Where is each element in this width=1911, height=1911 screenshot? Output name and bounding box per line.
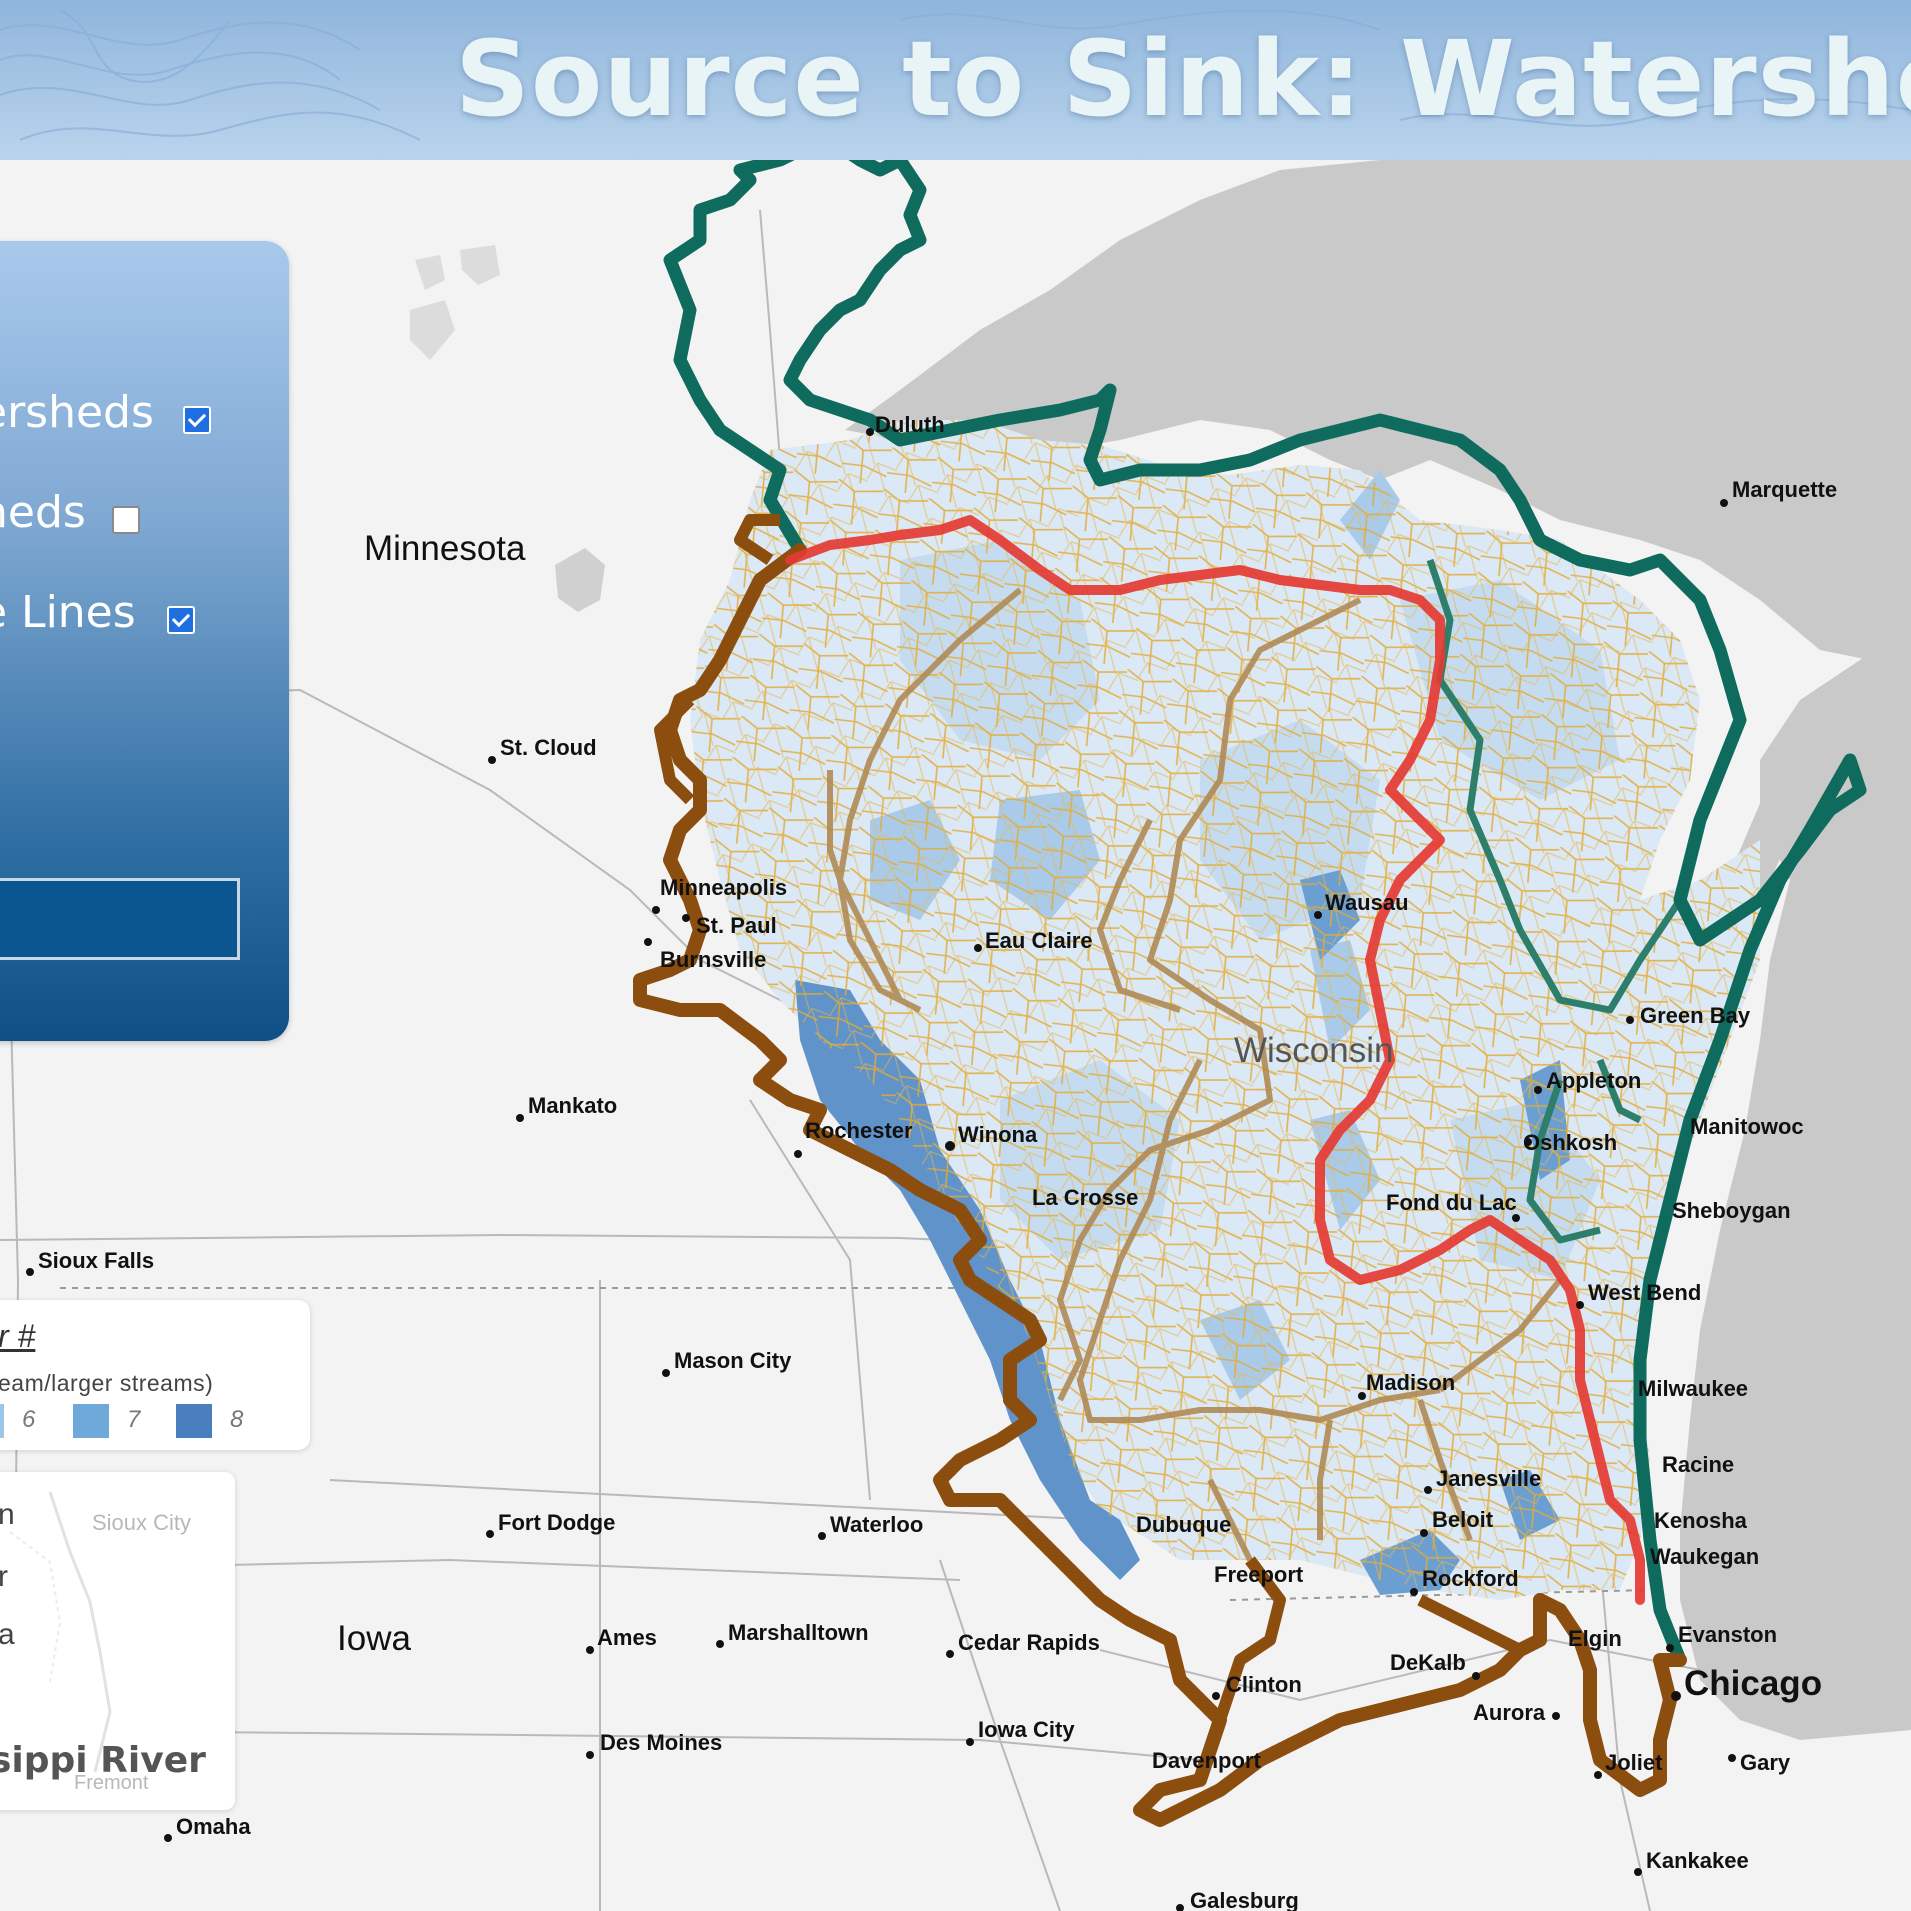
page-title: Source to Sink: Watershed View [455, 18, 1911, 140]
city-label: Iowa City [978, 1717, 1075, 1742]
page-header: Source to Sink: Watershed View [0, 0, 1911, 160]
city-label: Duluth [875, 412, 945, 437]
city-label: Joliet [1605, 1750, 1663, 1775]
city-label: Mason City [674, 1348, 792, 1373]
city-label: Fond du Lac [1386, 1190, 1517, 1215]
city-label: Milwaukee [1638, 1376, 1748, 1401]
stream-order-legend: r # eam/larger streams) 6 7 8 [0, 1300, 310, 1450]
city-label: Mankato [528, 1093, 617, 1118]
city-label: St. Cloud [500, 735, 597, 760]
legend-title: r # [0, 1318, 36, 1354]
overview-city-label: Fremont [74, 1772, 149, 1794]
city-label: Sheboygan [1672, 1198, 1791, 1223]
city-label: Davenport [1152, 1748, 1261, 1773]
city-label: Galesburg [1190, 1888, 1299, 1911]
city-label: Appleton [1546, 1068, 1641, 1093]
city-label: Clinton [1226, 1672, 1302, 1697]
city-label: Burnsville [660, 947, 766, 972]
legend-swatch [0, 1404, 4, 1438]
overview-map-panel: n r a Sioux City sippi River Fremont [0, 1472, 235, 1810]
subwatersheds-checkbox[interactable] [112, 506, 140, 534]
city-label: Omaha [176, 1814, 251, 1839]
legend-swatch [176, 1404, 212, 1438]
city-label: DeKalb [1390, 1650, 1466, 1675]
city-label: La Crosse [1032, 1185, 1138, 1210]
city-label: Eau Claire [985, 928, 1093, 953]
city-label: Evanston [1678, 1622, 1777, 1647]
city-label: Minneapolis [660, 875, 787, 900]
city-label: Waukegan [1650, 1544, 1759, 1569]
panel-action-button[interactable] [0, 878, 240, 960]
layer-toggle-divide-lines[interactable]: e Lines [0, 587, 136, 638]
city-label: Winona [958, 1122, 1038, 1147]
overview-city-label: Sioux City [92, 1510, 192, 1535]
legend-class-label: 8 [230, 1406, 244, 1433]
divide-lines-checkbox[interactable] [167, 606, 195, 634]
city-label: Janesville [1436, 1466, 1541, 1491]
legend-subtitle: eam/larger streams) [0, 1370, 214, 1396]
city-label: Dubuque [1136, 1512, 1231, 1537]
city-label: Ames [597, 1625, 657, 1650]
city-label: West Bend [1588, 1280, 1701, 1305]
city-label: Elgin [1568, 1626, 1622, 1651]
city-label: Chicago [1684, 1664, 1822, 1703]
overview-text: r [0, 1560, 8, 1593]
city-label: Des Moines [600, 1730, 722, 1755]
city-label: Madison [1366, 1370, 1455, 1395]
city-label: Gary [1740, 1750, 1791, 1775]
city-label: Beloit [1432, 1507, 1494, 1532]
city-label: Wausau [1325, 890, 1409, 915]
city-label: Marshalltown [728, 1620, 869, 1645]
layer-toggle-watersheds[interactable]: ersheds [0, 387, 154, 438]
city-label: Oshkosh [1523, 1130, 1617, 1155]
city-label: Aurora [1473, 1700, 1546, 1725]
city-label: Fort Dodge [498, 1510, 615, 1535]
city-label: Freeport [1214, 1562, 1304, 1587]
legend-class-label: 7 [127, 1406, 141, 1433]
city-label: Rockford [1422, 1566, 1519, 1591]
state-label: Wisconsin [1234, 1031, 1393, 1070]
layer-label: heds [0, 487, 86, 538]
state-label: Minnesota [364, 529, 526, 568]
city-label: St. Paul [696, 913, 777, 938]
overview-text: n [0, 1498, 15, 1531]
layer-toggle-subwatersheds[interactable]: heds [0, 487, 86, 538]
overview-text: a [0, 1618, 15, 1651]
city-label: Kankakee [1646, 1848, 1749, 1873]
legend-class-label: 6 [22, 1406, 36, 1433]
watersheds-checkbox[interactable] [183, 406, 211, 434]
city-label: Waterloo [830, 1512, 923, 1537]
city-label: Kenosha [1654, 1508, 1748, 1533]
city-label: Racine [1662, 1452, 1734, 1477]
city-label: Green Bay [1640, 1003, 1751, 1028]
city-label: Manitowoc [1690, 1114, 1804, 1139]
city-label: Marquette [1732, 477, 1837, 502]
city-label: Sioux Falls [38, 1248, 154, 1273]
state-label: Iowa [337, 1619, 411, 1658]
city-label: Cedar Rapids [958, 1630, 1100, 1655]
legend-swatch [73, 1404, 109, 1438]
city-label: Rochester [805, 1118, 913, 1143]
layer-label: e Lines [0, 587, 136, 638]
layer-label: ersheds [0, 387, 154, 438]
